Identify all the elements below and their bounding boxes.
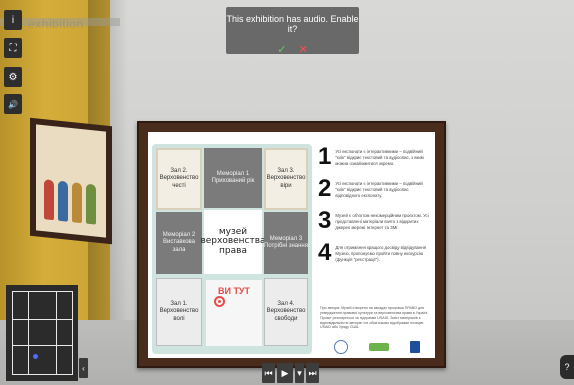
minimap-wall [28,291,29,375]
painting-canvas [36,124,106,238]
minimap-wall [12,345,72,346]
side-painting[interactable] [30,117,112,245]
rule-text: Усі експонати є інтерактивними – подвійн… [335,149,424,166]
you-are-here-label: ВИ ТУТ [217,286,251,296]
painting-figure [44,179,54,221]
play-icon[interactable]: ▶ [277,363,293,383]
next-glyph: ⏭ [308,367,317,378]
chevron-down-icon[interactable]: ▾ [295,363,304,383]
minimap-wall [56,291,57,375]
check-icon[interactable]: ✓ [277,43,286,56]
audio-prompt-text: This exhibition has audio. Enable it? [226,14,359,34]
plan-room-1: Зал 1. Верховенство волі [156,278,202,346]
room-label: Меморіал 1 Прихований рік [211,170,255,185]
rule-item: 2 Усі експонати є інтерактивними – подві… [318,175,430,202]
gallery-scene[interactable]: exhibition Зал 2. Верховенство честі Мем… [0,0,574,385]
plan-room-2: Зал 2. Верховенство честі [156,148,202,210]
minimap-wall [72,291,73,375]
title-line: права [219,245,247,256]
floor-plan-grid: Зал 2. Верховенство честі Меморіал 1 При… [156,148,308,350]
rule-text: Музей є об'єктом некомерційним проєктом.… [335,213,429,230]
plan-room-4: Зал 4. Верховенство свободи [264,278,308,346]
sponsor-logos [323,340,431,354]
plan-memorial-1: Меморіал 1 Прихований рік [204,148,262,208]
room-label: Зал 1. Верховенство волі [159,300,199,322]
painting-figure [58,180,68,222]
room-label: Меморіал 2 Виставкова зала [162,231,196,253]
seal-logo [333,340,348,354]
next-icon[interactable]: ⏭ [306,363,319,383]
gear-icon[interactable]: ⚙ [4,67,22,87]
exhibit-footer: Про автора: Музей створено на засадах пр… [320,306,429,330]
play-glyph: ▶ [281,367,289,378]
flag-logo [410,341,421,353]
room-label: Зал 2. Верховенство честі [159,167,199,189]
rule-number: 3 [318,207,332,234]
plan-memorial-2: Меморіал 2 Виставкова зала [156,212,202,274]
tour-controls: ⏮ ▶ ▾ ⏭ [262,363,319,383]
museum-floor-plan: Зал 2. Верховенство честі Меморіал 1 При… [152,144,312,354]
chevron-glyph: ‹ [82,363,85,373]
menu-glyph: ▾ [297,367,302,378]
fullscreen-glyph: ⛶ [9,42,17,54]
rule-item: 3 Музей є об'єктом некомерційним проєкто… [318,207,430,234]
audio-enable-dialog: This exhibition has audio. Enable it? ✓ … [226,7,359,56]
visitor-rules: 1 Усі експонати є інтерактивними – подві… [318,143,430,274]
chevron-left-icon[interactable]: ‹ [79,358,88,378]
painting-figure [86,183,96,225]
room-label: Зал 4. Верховенство свободи [266,300,306,322]
location-target-icon [214,296,225,307]
rule-number: 2 [318,175,332,202]
room-label: Меморіал 3 Потрібні знання [264,235,308,250]
plan-room-3: Зал 3. Верховенство віри [264,148,308,210]
help-icon[interactable]: ? [560,355,574,379]
x-icon[interactable]: ✕ [299,43,308,56]
rule-text: Для отримання кращого досвіду відвідуван… [335,245,427,262]
help-glyph: ? [564,362,570,372]
rule-number: 4 [318,239,332,266]
previous-icon[interactable]: ⏮ [262,363,275,383]
background-text: exhibition [28,17,84,31]
gear-glyph: ⚙ [8,71,18,83]
minimap[interactable] [6,285,78,381]
room-label: Зал 3. Верховенство віри [266,167,306,189]
audio-prompt-buttons: ✓ ✕ [226,43,359,56]
rule-item: 1 Усі експонати є інтерактивними – подві… [318,143,430,170]
exhibit-frame[interactable]: Зал 2. Верховенство честі Меморіал 1 При… [137,121,446,368]
previous-glyph: ⏮ [264,367,273,378]
minimap-wall [12,319,72,320]
minimap-wall [12,291,13,375]
fullscreen-icon[interactable]: ⛶ [4,38,22,58]
speaker-glyph: 🔊 [8,99,18,109]
painting-figure [72,182,82,224]
you-are-here-marker: ВИ ТУТ [206,280,262,346]
minimap-wall [12,374,72,375]
info-icon[interactable]: i [4,10,22,30]
rule-number: 1 [318,143,332,170]
plan-memorial-3: Меморіал 3 Потрібні знання [264,212,308,274]
speaker-icon[interactable]: 🔊 [4,94,22,114]
museum-title: музей верховенства права [200,210,266,274]
info-glyph: i [11,14,15,26]
partner-logo [368,343,389,351]
visitor-position-icon [33,354,38,359]
rule-item: 4 Для отримання кращого досвіду відвідув… [318,239,430,266]
rule-text: Усі експонати є інтерактивними – подвійн… [335,181,423,198]
exhibit-canvas: Зал 2. Верховенство честі Меморіал 1 При… [148,132,435,358]
minimap-wall [12,291,72,292]
